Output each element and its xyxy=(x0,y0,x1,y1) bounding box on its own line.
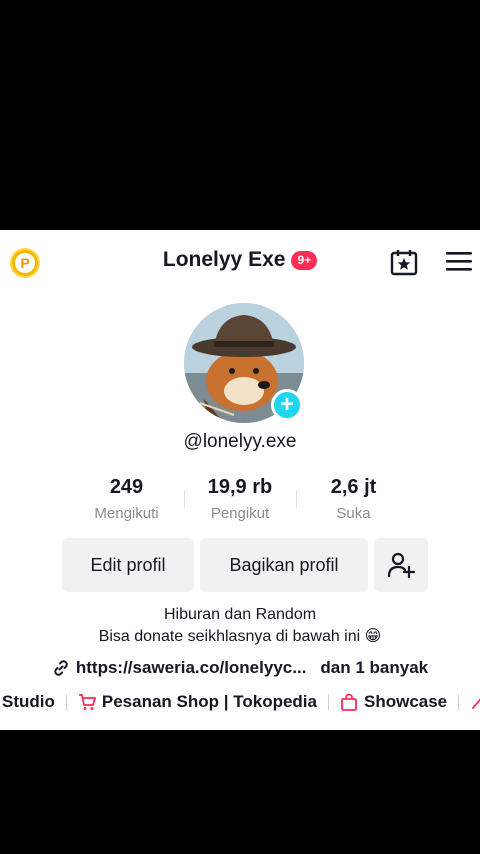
stat-label: Mengikuti xyxy=(94,505,159,522)
divider xyxy=(458,694,460,710)
stat-divider xyxy=(183,490,185,508)
shop-orders-link[interactable]: Pesanan Shop | Tokopedia xyxy=(102,692,317,712)
edit-profile-button[interactable]: Edit profil xyxy=(62,538,194,592)
username: @lonelyy.exe xyxy=(183,431,297,452)
add-friend-button[interactable] xyxy=(374,538,428,592)
bio-line: Bisa donate seikhlasnya di bawah ini 😁 xyxy=(98,628,382,645)
plus-icon[interactable]: + xyxy=(271,389,303,421)
stat-label: Pengikut xyxy=(210,505,270,522)
header: P Lonelyy Exe 9+ xyxy=(0,230,480,294)
stat-following[interactable]: 249 Mengikuti xyxy=(70,476,183,526)
divider xyxy=(327,694,329,710)
stat-value: 2,6 jt xyxy=(330,476,377,498)
add-friend-icon xyxy=(387,552,416,579)
stat-value: 249 xyxy=(109,476,144,498)
stat-label: Suka xyxy=(336,505,371,522)
cart-icon xyxy=(78,694,96,710)
stat-likes[interactable]: 2,6 jt Suka xyxy=(297,476,410,526)
profile-screen: P Lonelyy Exe 9+ + @lonelyy.exe 249 Meng… xyxy=(0,230,480,730)
stats-row: 249 Mengikuti 19,9 rb Pengikut 2,6 jt Su… xyxy=(70,476,410,526)
bio-link-more[interactable]: dan 1 banyak xyxy=(320,658,428,678)
share-profile-button[interactable]: Bagikan profil xyxy=(200,538,368,592)
shop-row: Studio Pesanan Shop | Tokopedia Showcase xyxy=(2,692,480,712)
shopping-bag-icon xyxy=(341,693,357,711)
bio-link-url[interactable]: https://saweria.co/lonelyyc... xyxy=(76,658,307,678)
showcase-link[interactable]: Showcase xyxy=(364,692,447,712)
bio-line: Hiburan dan Random xyxy=(163,606,317,623)
stat-value: 19,9 rb xyxy=(207,476,273,498)
partial-link-icon xyxy=(472,698,480,709)
avatar-wrap[interactable]: + xyxy=(184,303,304,423)
page-title[interactable]: Lonelyy Exe xyxy=(163,248,286,272)
profile-buttons: Edit profil Bagikan profil xyxy=(62,538,428,592)
notification-badge: 9+ xyxy=(291,250,318,270)
calendar-star-icon[interactable] xyxy=(390,248,418,276)
bottom-black-bar xyxy=(0,730,480,854)
divider xyxy=(65,694,67,710)
bio-link-row[interactable]: https://saweria.co/lonelyyc... dan 1 ban… xyxy=(0,658,480,678)
hamburger-menu-icon[interactable] xyxy=(446,250,472,272)
top-black-bar xyxy=(0,0,480,230)
bio: Hiburan dan Random Bisa donate seikhlasn… xyxy=(0,604,480,648)
link-icon xyxy=(54,660,68,676)
stat-followers[interactable]: 19,9 rb Pengikut xyxy=(183,476,297,526)
studio-link[interactable]: Studio xyxy=(2,692,55,712)
